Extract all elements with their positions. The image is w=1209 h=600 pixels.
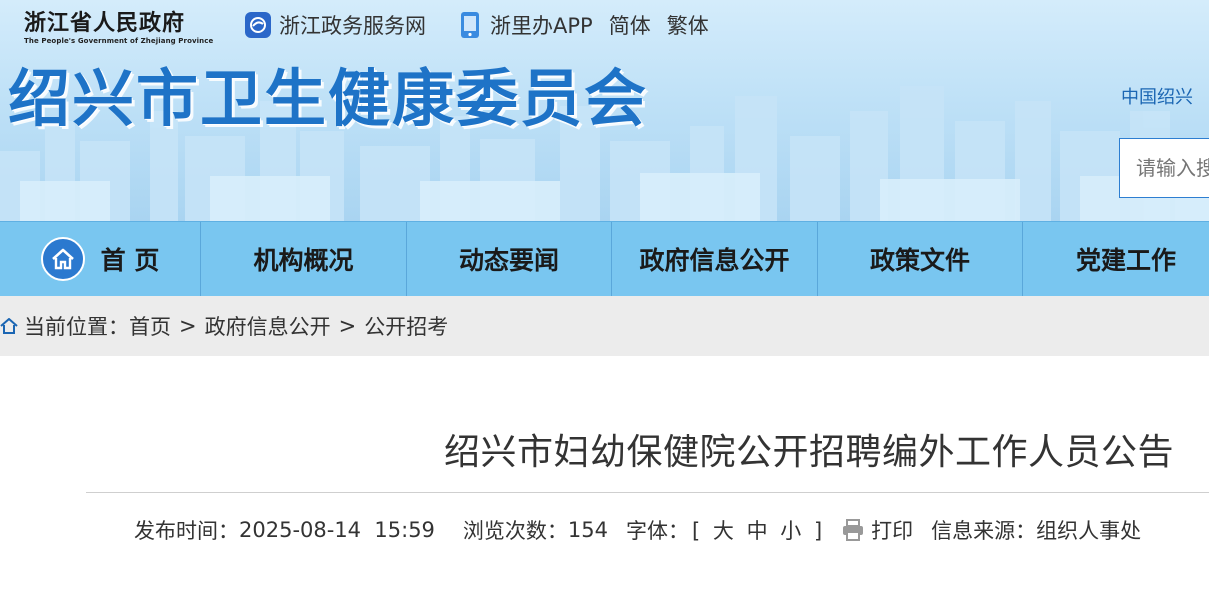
publish-time: 2025-08-14 15:59: [239, 518, 435, 542]
nav-item-label: 党建工作: [1075, 246, 1176, 275]
font-bracket-close: ]: [813, 519, 823, 543]
font-size-selector: [ 大 中 小 ]: [689, 515, 825, 545]
article-title: 绍兴市妇幼保健院公开招聘编外工作人员公告: [444, 432, 1175, 473]
gov-service-link[interactable]: 浙江政务服务网: [279, 10, 426, 40]
font-size-small[interactable]: 小: [780, 519, 801, 543]
breadcrumb-link-info-disclosure[interactable]: 政府信息公开: [205, 311, 331, 341]
province-logo-english: The People's Government of Zhejiang Prov…: [24, 37, 214, 45]
top-links: 浙江政务服务网 浙里办APP 简体 繁体: [245, 10, 709, 40]
header-banner: 浙江省人民政府 The People's Government of Zheji…: [0, 0, 1209, 221]
breadcrumb-separator: >: [179, 314, 197, 338]
publish-time-label: 发布时间：: [134, 519, 239, 543]
nav-item-info-disclosure[interactable]: 政府信息公开: [612, 222, 818, 296]
views-count: 154: [567, 518, 609, 542]
font-size-large[interactable]: 大: [713, 519, 734, 543]
app-link[interactable]: 浙里办APP: [490, 10, 593, 40]
traditional-chinese-link[interactable]: 繁体: [667, 10, 709, 40]
breadcrumb: 当前位置： 首页 > 政府信息公开 > 公开招考: [0, 296, 1209, 356]
source-label: 信息来源：: [931, 519, 1037, 543]
nav-item-news[interactable]: 动态要闻: [407, 222, 612, 296]
province-government-logo[interactable]: 浙江省人民政府 The People's Government of Zheji…: [24, 10, 213, 45]
search-input[interactable]: [1119, 138, 1209, 198]
breadcrumb-prefix: 当前位置：: [24, 315, 129, 339]
nav-item-policy-docs[interactable]: 政策文件: [818, 222, 1023, 296]
site-title: 绍兴市卫生健康委员会: [8, 62, 649, 135]
title-divider: [86, 492, 1209, 493]
nav-item-label: 动态要闻: [458, 246, 559, 275]
printer-icon[interactable]: [841, 519, 865, 541]
nav-item-party-building[interactable]: 党建工作: [1023, 222, 1209, 296]
nav-item-label: 政府信息公开: [639, 246, 790, 275]
simplified-chinese-link[interactable]: 简体: [609, 10, 651, 40]
zhejiang-gov-service-icon: [245, 12, 271, 38]
article-meta: 发布时间： 2025-08-14 15:59 浏览次数： 154 字体： [ 大…: [134, 515, 1141, 545]
font-size-medium[interactable]: 中: [747, 519, 768, 543]
source-value: 组织人事处: [1036, 519, 1142, 543]
print-link[interactable]: 打印: [871, 515, 913, 545]
main-nav: 首 页 机构概况 动态要闻 政府信息公开 政策文件 党建工作: [0, 221, 1209, 296]
breadcrumb-link-home[interactable]: 首页: [129, 311, 171, 341]
font-size-label: 字体：: [626, 519, 690, 543]
breadcrumb-separator: >: [338, 314, 357, 338]
region-label[interactable]: 中国绍兴: [1121, 83, 1193, 109]
breadcrumb-link-recruitment[interactable]: 公开招考: [364, 311, 448, 341]
views-label: 浏览次数：: [462, 519, 568, 543]
province-logo-text: 浙江省人民政府: [24, 10, 186, 36]
nav-item-label: 机构概况: [253, 246, 354, 275]
home-icon: [40, 237, 85, 281]
home-icon: [0, 318, 18, 334]
nav-item-org-overview[interactable]: 机构概况: [201, 222, 407, 296]
nav-item-label: 首 页: [100, 246, 160, 275]
nav-item-label: 政策文件: [869, 246, 970, 275]
phone-app-icon: [460, 11, 480, 39]
font-bracket-open: [: [692, 519, 701, 543]
nav-item-home[interactable]: 首 页: [0, 222, 201, 296]
